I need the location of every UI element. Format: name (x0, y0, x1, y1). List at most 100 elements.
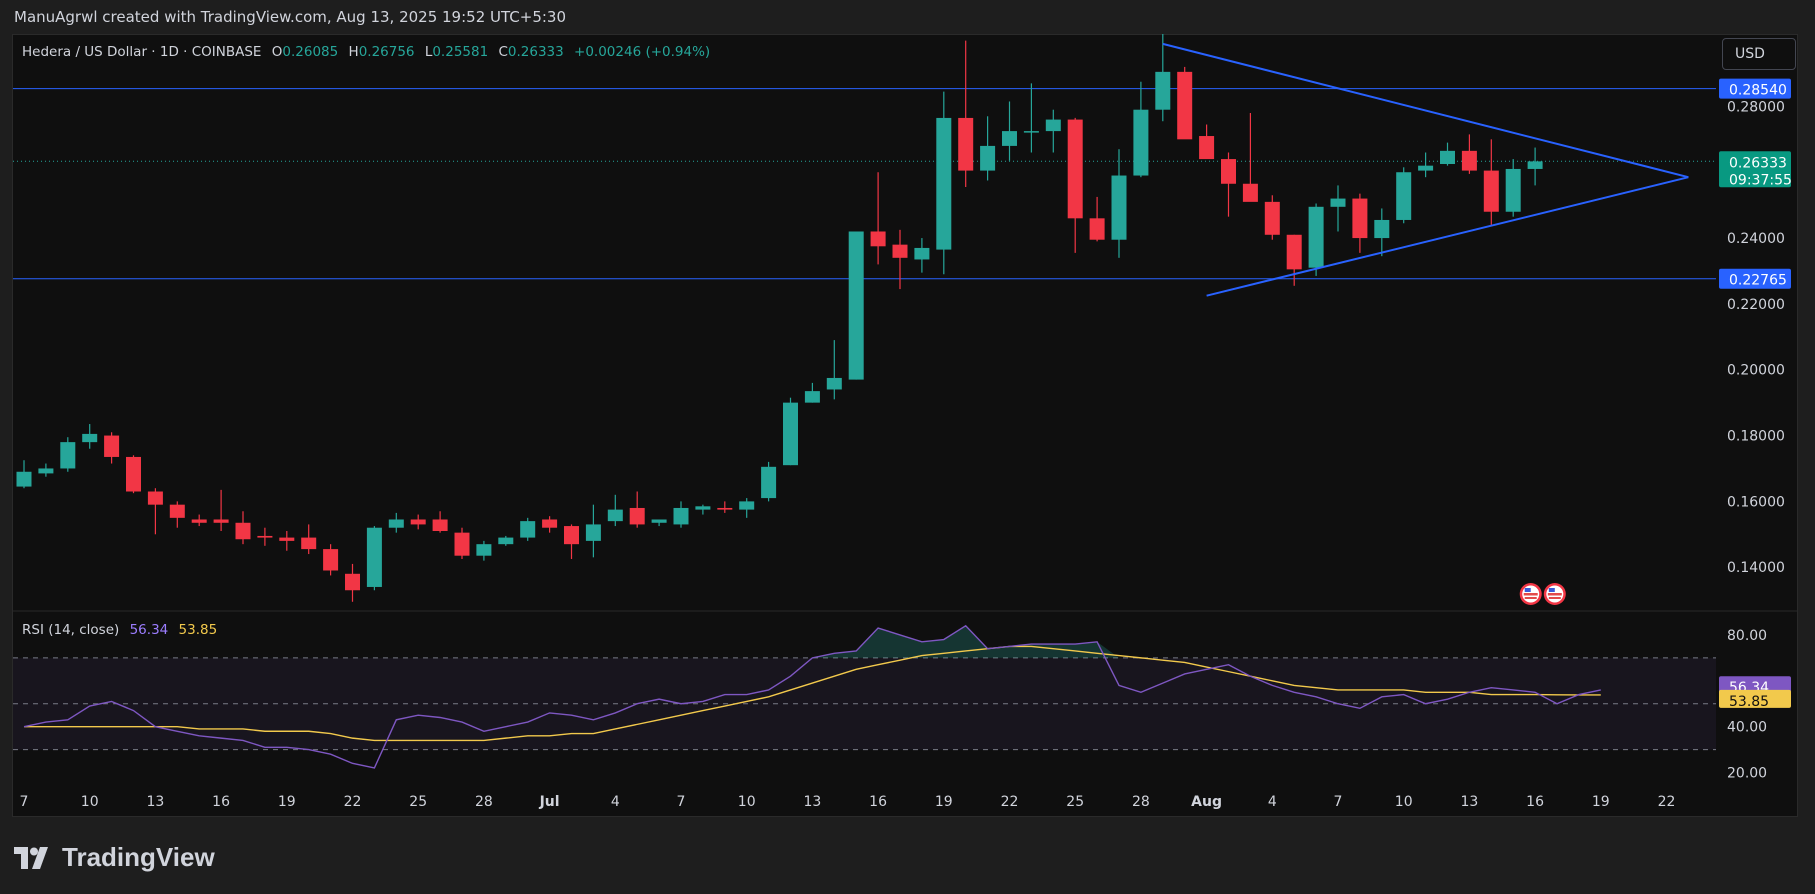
close-value: 0.26333 (507, 44, 564, 60)
last-price-badge-text: 0.26333 (1729, 155, 1787, 171)
price-tick-label: 0.18000 (1727, 429, 1785, 445)
candle (1308, 203, 1324, 276)
candle-body (147, 491, 163, 505)
candle (1177, 66, 1193, 140)
candle (323, 544, 339, 576)
brand-name: TradingView (62, 842, 215, 872)
candle (454, 527, 470, 559)
candle (1330, 185, 1346, 232)
time-tick-label: 13 (803, 794, 821, 810)
tradingview-logo[interactable]: TradingView (14, 842, 215, 873)
event-flag-icon (1543, 583, 1566, 605)
time-tick-label: 16 (869, 794, 887, 810)
time-tick-label: 16 (1526, 794, 1544, 810)
candle (629, 491, 645, 528)
candle-body (60, 442, 76, 469)
candle (607, 494, 623, 527)
candle (60, 437, 76, 472)
candle-body (1396, 172, 1412, 220)
rsi-value: 56.34 (129, 622, 169, 638)
candle-body (520, 521, 536, 538)
event-flag-icon (1519, 583, 1542, 605)
price-tick-label: 0.16000 (1727, 494, 1785, 510)
high-label: H (348, 44, 359, 60)
rsi-ma-value: 53.85 (178, 622, 218, 638)
candle-body (301, 537, 317, 550)
candle (826, 340, 842, 400)
candle-body (1067, 119, 1083, 219)
candle-body (542, 519, 558, 528)
candle (235, 511, 251, 545)
event-flag-stripe (1523, 593, 1538, 596)
candle-body (169, 504, 185, 518)
candle (16, 460, 32, 489)
candle (936, 91, 952, 275)
candle-body (651, 519, 667, 523)
candle (980, 116, 996, 181)
candle-body (958, 117, 974, 171)
candle-body (739, 501, 755, 510)
low-value: 0.25581 (432, 44, 489, 60)
time-tick-label: 10 (1395, 794, 1413, 810)
time-tick-label: 10 (738, 794, 756, 810)
candle-body (366, 527, 382, 587)
candle-body (848, 231, 864, 380)
candle (191, 514, 207, 527)
candle (1002, 101, 1017, 161)
close-label: C (498, 44, 508, 60)
price-legend: Hedera / US Dollar · 1D · COINBASE O0.26… (22, 44, 710, 60)
candle-body (980, 145, 996, 171)
candle (585, 504, 601, 558)
candle (1374, 208, 1390, 257)
candle (1505, 159, 1521, 217)
candle-body (16, 471, 32, 487)
candle-body (82, 433, 98, 443)
candle (1133, 81, 1149, 178)
candle (892, 229, 908, 290)
candle (870, 172, 886, 265)
candle-body (388, 519, 404, 528)
time-tick-label: 25 (1066, 794, 1084, 810)
candle-body (1002, 131, 1017, 146)
candle-body (1527, 161, 1543, 169)
last-price-badge-text: 09:37:55 (1729, 172, 1792, 188)
time-tick-label: 19 (278, 794, 296, 810)
time-tick-label: 16 (212, 794, 230, 810)
high-value: 0.26756 (358, 44, 415, 60)
candle-body (914, 247, 930, 260)
candle (126, 455, 141, 494)
candle (169, 501, 185, 528)
candle-body (476, 544, 492, 556)
time-tick-label: 22 (1001, 794, 1019, 810)
candle (82, 424, 98, 449)
last-price-badge: 0.2633309:37:55 (1719, 151, 1792, 188)
candle-body (1418, 165, 1434, 171)
time-tick-label: 7 (20, 794, 29, 810)
currency-button[interactable]: USD (1722, 38, 1796, 70)
candle (476, 540, 492, 561)
candle-body (826, 377, 842, 390)
candle (257, 527, 273, 546)
rsi-overbought-fill (24, 625, 1601, 658)
candle-body (235, 522, 251, 540)
candle (651, 519, 667, 527)
candle (279, 531, 295, 551)
candle (1045, 109, 1061, 153)
time-tick-label: 19 (1592, 794, 1610, 810)
candle-body (1023, 131, 1039, 133)
candle (1089, 196, 1105, 242)
chart-canvas[interactable]: 0.28000 0.24000 0.22000 0.20000 0.18000 0.160… (0, 0, 1815, 894)
event-flag-stripe (1548, 597, 1561, 599)
candle-body (1264, 201, 1280, 235)
candle-body (673, 507, 689, 525)
candle-body (783, 402, 798, 466)
candle (717, 501, 733, 513)
price-tick-label: 0.20000 (1727, 363, 1785, 379)
candle (673, 501, 689, 528)
candle-body (1199, 136, 1215, 160)
price-tick-label: 0.24000 (1727, 231, 1785, 247)
candle (1067, 117, 1083, 253)
candle-body (454, 532, 470, 556)
rsi-tick-label: 40.00 (1727, 720, 1767, 736)
event-flag-canton (1548, 588, 1555, 592)
